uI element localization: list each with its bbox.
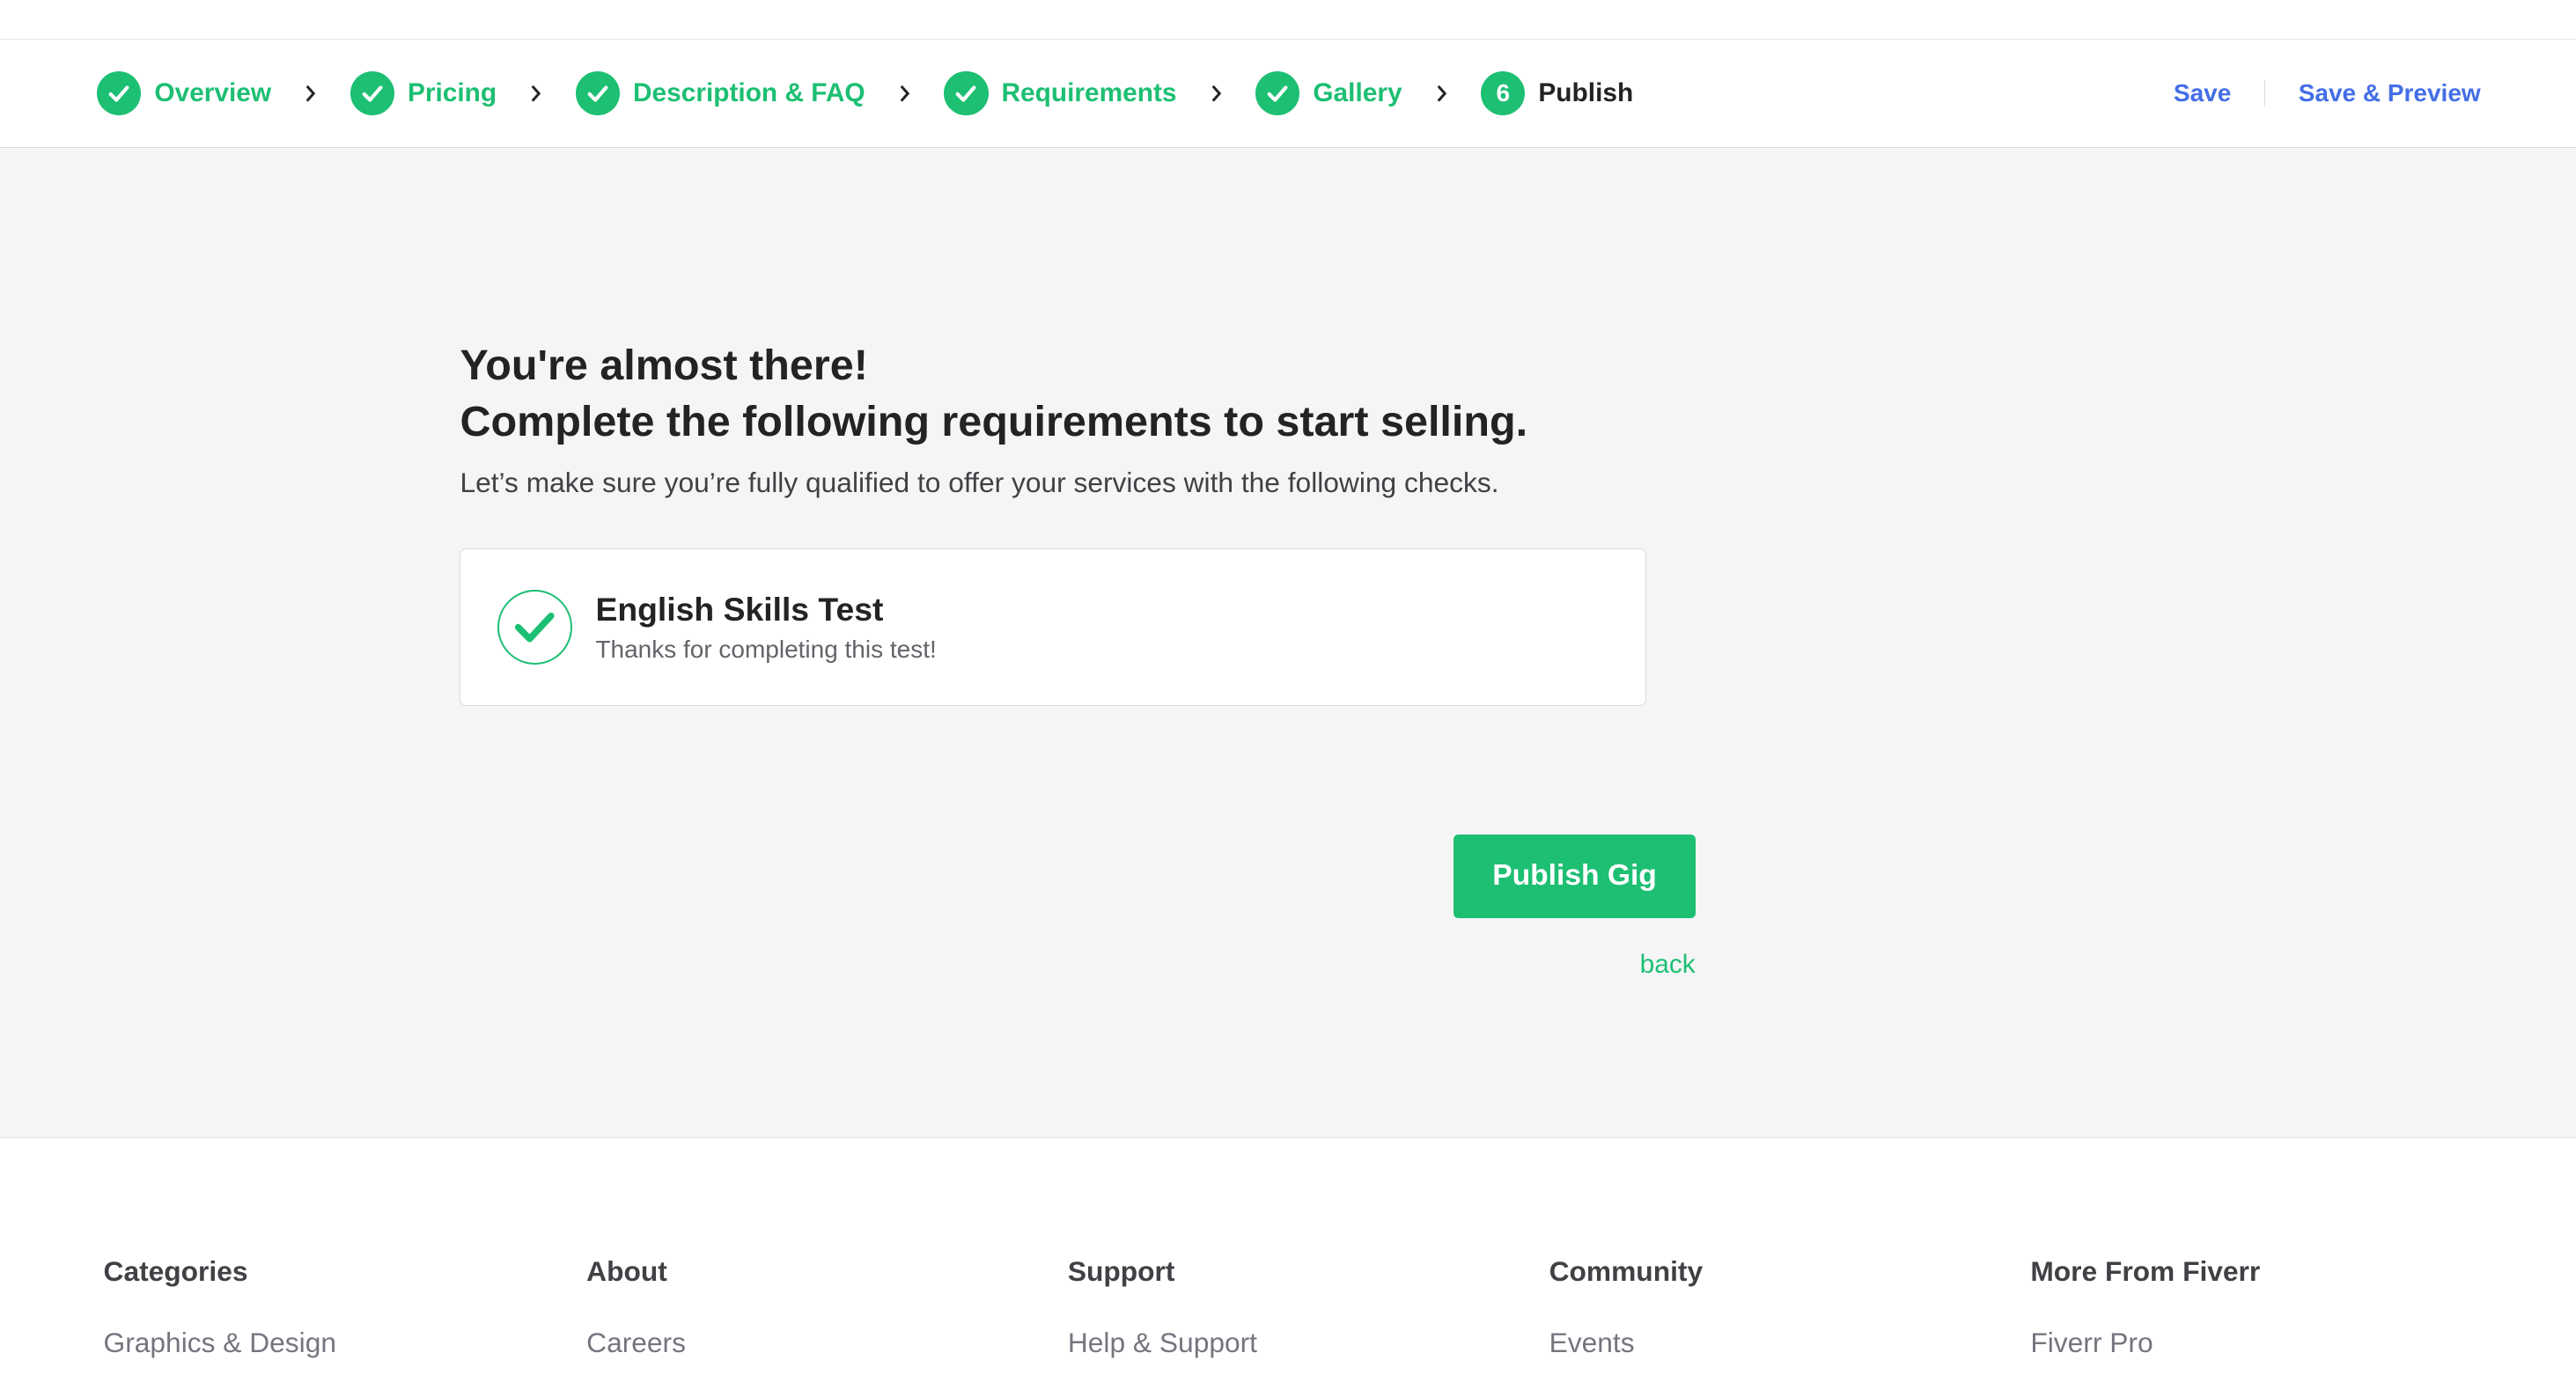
footer-column-categories: Categories Graphics & Design (104, 1255, 336, 1360)
check-icon (944, 70, 989, 116)
step-description-faq[interactable]: Description & FAQ (575, 70, 865, 116)
footer-link[interactable]: Events (1549, 1327, 1703, 1359)
check-icon (575, 70, 621, 116)
step-publish[interactable]: 6 Publish (1481, 70, 1634, 116)
footer-column-support: Support Help & Support (1068, 1255, 1257, 1360)
requirement-card: English Skills Test Thanks for completin… (460, 548, 1646, 706)
footer-heading: Categories (103, 1254, 248, 1287)
requirement-title: English Skills Test (595, 591, 884, 629)
footer-column-more-from-fiverr: More From Fiverr Fiverr Pro (2030, 1255, 2260, 1360)
footer-link[interactable]: Careers (586, 1327, 686, 1359)
steps-list: Overview Pricing Description & FAQ Requi… (97, 70, 1634, 116)
footer: Categories Graphics & Design About Caree… (0, 1138, 2576, 1375)
publish-main: You're almost there! Complete the follow… (0, 147, 2576, 1139)
check-icon (1255, 70, 1300, 116)
chevron-right-icon (526, 84, 546, 103)
footer-heading: About (586, 1254, 667, 1287)
chevron-right-icon (894, 84, 914, 103)
footer-heading: Community (1549, 1254, 1704, 1287)
back-link[interactable]: back (1640, 950, 1696, 980)
save-actions: Save Save & Preview (2174, 79, 2481, 107)
publish-content: You're almost there! Complete the follow… (460, 338, 1695, 706)
footer-column-about: About Careers (586, 1255, 686, 1360)
step-label: Publish (1538, 77, 1634, 107)
step-label: Gallery (1313, 77, 1402, 107)
footer-column-community: Community Events (1549, 1255, 1703, 1360)
top-strip (0, 0, 2576, 40)
chevron-right-icon (301, 84, 320, 103)
step-pricing[interactable]: Pricing (350, 70, 497, 116)
footer-link[interactable]: Help & Support (1068, 1327, 1257, 1359)
heading-line-1: You're almost there! (460, 342, 868, 390)
step-label: Requirements (1001, 77, 1177, 107)
check-circle-icon (497, 589, 573, 665)
chevron-right-icon (1206, 84, 1225, 103)
step-requirements[interactable]: Requirements (944, 70, 1177, 116)
footer-heading: Support (1067, 1254, 1175, 1287)
save-link[interactable]: Save (2174, 79, 2231, 107)
divider (2263, 79, 2266, 107)
footer-link[interactable]: Fiverr Pro (2030, 1327, 2260, 1359)
footer-link[interactable]: Graphics & Design (104, 1327, 336, 1359)
publish-gig-button[interactable]: Publish Gig (1454, 834, 1696, 919)
step-navigation-bar: Overview Pricing Description & FAQ Requi… (0, 39, 2576, 148)
step-label: Pricing (407, 77, 497, 107)
page-subtitle: Let’s make sure you’re fully qualified t… (460, 466, 1499, 498)
footer-heading: More From Fiverr (2030, 1254, 2261, 1287)
save-preview-link[interactable]: Save & Preview (2299, 79, 2481, 107)
step-number-badge: 6 (1481, 70, 1526, 116)
heading-line-2: Complete the following requirements to s… (460, 397, 1528, 445)
step-gallery[interactable]: Gallery (1255, 70, 1402, 116)
step-overview[interactable]: Overview (97, 70, 272, 116)
requirement-description: Thanks for completing this test! (595, 635, 937, 663)
chevron-right-icon (1432, 84, 1451, 103)
step-label: Description & FAQ (632, 77, 865, 107)
page-title: You're almost there! Complete the follow… (460, 338, 1695, 450)
check-icon (350, 70, 395, 116)
check-icon (97, 70, 142, 116)
requirement-text: English Skills Test Thanks for completin… (595, 591, 936, 663)
step-label: Overview (154, 77, 272, 107)
